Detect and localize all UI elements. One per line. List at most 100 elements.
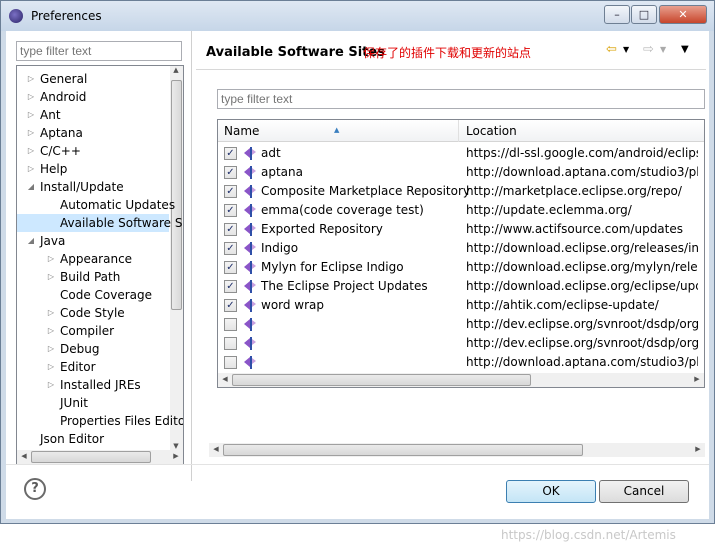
- back-dropdown-icon[interactable]: ▼: [623, 45, 629, 54]
- tree-hscroll-thumb[interactable]: [31, 451, 151, 463]
- column-header-name[interactable]: Name ▲: [218, 120, 459, 142]
- tree-item[interactable]: ◢ Install/Update: [17, 178, 169, 196]
- collapsed-arrow-icon[interactable]: ▷: [47, 322, 55, 340]
- tree-item[interactable]: Json Editor: [17, 430, 169, 448]
- collapsed-arrow-icon[interactable]: ▷: [27, 88, 35, 106]
- preferences-window: Preferences – □ ✕ ▲ ▼ ◀ ▶ ▷ General ▷ Andro…: [0, 0, 715, 542]
- tree-item[interactable]: ◢ Java: [17, 232, 169, 250]
- forward-arrow-icon[interactable]: ⇨: [643, 42, 654, 57]
- collapsed-arrow-icon[interactable]: ▷: [27, 106, 35, 124]
- title-bar[interactable]: Preferences – □ ✕: [1, 1, 714, 31]
- collapsed-arrow-icon[interactable]: ▷: [47, 304, 55, 322]
- site-enabled-checkbox[interactable]: ✓: [224, 280, 237, 293]
- table-row[interactable]: ✓ The Eclipse Project Updates http://downl…: [218, 277, 704, 296]
- page-horizontal-scrollbar[interactable]: ◀ ▶: [209, 443, 705, 457]
- site-enabled-checkbox[interactable]: ✓: [224, 223, 237, 236]
- tree-item[interactable]: Properties Files Editor: [17, 412, 183, 430]
- table-row[interactable]: ✓ adt https://dl-ssl.google.com/android/ec…: [218, 144, 704, 163]
- tree-item[interactable]: ▷ Code Style: [17, 304, 169, 322]
- tree-item[interactable]: ▷ Aptana: [17, 124, 169, 142]
- tree-item[interactable]: ▷ Editor: [17, 358, 169, 376]
- footer-separator: [6, 464, 709, 465]
- tree-item[interactable]: ▷ Ant: [17, 106, 169, 124]
- site-enabled-checkbox[interactable]: ✓: [224, 204, 237, 217]
- collapsed-arrow-icon[interactable]: ▷: [27, 70, 35, 88]
- view-menu-icon[interactable]: ▼: [681, 44, 689, 55]
- scroll-right-arrow-icon[interactable]: ▶: [692, 445, 704, 453]
- table-row[interactable]: http://download.aptana.com/studio3/plugi…: [218, 353, 704, 372]
- help-icon[interactable]: ?: [24, 478, 46, 500]
- column-header-location[interactable]: Location: [460, 120, 700, 142]
- site-enabled-checkbox[interactable]: [224, 356, 237, 369]
- tree-vertical-scrollbar[interactable]: ▲ ▼: [170, 66, 183, 450]
- site-enabled-checkbox[interactable]: ✓: [224, 147, 237, 160]
- collapsed-arrow-icon[interactable]: ▷: [47, 376, 55, 394]
- sites-table[interactable]: Name ▲ Location ◀ ▶ ✓ adt https://dl-ssl.g…: [217, 119, 705, 388]
- collapsed-arrow-icon[interactable]: ▷: [27, 124, 35, 142]
- site-enabled-checkbox[interactable]: [224, 318, 237, 331]
- preferences-tree[interactable]: ▲ ▼ ◀ ▶ ▷ General ▷ Android ▷ Ant ▷ Aptana ▷ C/C+…: [16, 65, 184, 465]
- update-site-icon: [244, 280, 256, 293]
- collapsed-arrow-icon[interactable]: ▷: [47, 358, 55, 376]
- collapsed-arrow-icon[interactable]: ▷: [27, 142, 35, 160]
- close-button[interactable]: ✕: [659, 5, 707, 24]
- table-row[interactable]: ✓ aptana http://download.aptana.com/studio…: [218, 163, 704, 182]
- tree-item[interactable]: ▷ Compiler: [17, 322, 169, 340]
- site-enabled-checkbox[interactable]: ✓: [224, 299, 237, 312]
- scroll-down-arrow-icon[interactable]: ▼: [170, 442, 182, 450]
- collapsed-arrow-icon[interactable]: ▷: [47, 268, 55, 286]
- site-enabled-checkbox[interactable]: ✓: [224, 185, 237, 198]
- table-horizontal-scrollbar[interactable]: ◀ ▶: [218, 373, 704, 387]
- tree-filter-input[interactable]: [16, 41, 182, 61]
- tree-item[interactable]: Code Coverage: [17, 286, 169, 304]
- forward-dropdown-icon[interactable]: ▼: [660, 45, 666, 54]
- table-row[interactable]: ✓ Mylyn for Eclipse Indigo http://download…: [218, 258, 704, 277]
- scroll-left-arrow-icon[interactable]: ◀: [219, 375, 231, 383]
- table-row[interactable]: ✓ word wrap http://ahtik.com/eclipse-updat…: [218, 296, 704, 315]
- tree-item[interactable]: ▷ Help: [17, 160, 169, 178]
- tree-item[interactable]: Available Software Sites: [17, 214, 183, 232]
- expanded-arrow-icon[interactable]: ◢: [27, 232, 35, 250]
- tree-item[interactable]: ▷ Debug: [17, 340, 169, 358]
- tree-vscroll-thumb[interactable]: [171, 80, 182, 310]
- tree-item[interactable]: JUnit: [17, 394, 169, 412]
- scroll-left-arrow-icon[interactable]: ◀: [18, 452, 30, 460]
- site-location: https://dl-ssl.google.com/android/eclips…: [466, 146, 698, 160]
- scroll-right-arrow-icon[interactable]: ▶: [691, 375, 703, 383]
- tree-item[interactable]: Automatic Updates: [17, 196, 175, 214]
- ok-button[interactable]: OK: [506, 480, 596, 503]
- scroll-left-arrow-icon[interactable]: ◀: [210, 445, 222, 453]
- minimize-button[interactable]: –: [604, 5, 630, 24]
- page-hscroll-thumb[interactable]: [223, 444, 583, 456]
- table-row[interactable]: ✓ Composite Marketplace Repository http://…: [218, 182, 704, 201]
- sash-divider[interactable]: [191, 31, 192, 481]
- expanded-arrow-icon[interactable]: ◢: [27, 178, 35, 196]
- table-hscroll-thumb[interactable]: [232, 374, 531, 386]
- collapsed-arrow-icon[interactable]: ▷: [47, 340, 55, 358]
- cancel-button[interactable]: Cancel: [599, 480, 689, 503]
- tree-item[interactable]: ▷ C/C++: [17, 142, 169, 160]
- scroll-right-arrow-icon[interactable]: ▶: [170, 452, 182, 460]
- tree-item[interactable]: ▷ Build Path: [17, 268, 169, 286]
- tree-item[interactable]: ▷ Android: [17, 88, 169, 106]
- tree-item[interactable]: ▷ Installed JREs: [17, 376, 169, 394]
- sites-filter-input[interactable]: [217, 89, 705, 109]
- table-row[interactable]: http://dev.eclipse.org/svnroot/dsdp/org.…: [218, 315, 704, 334]
- tree-item[interactable]: ▷ Appearance: [17, 250, 169, 268]
- site-enabled-checkbox[interactable]: [224, 337, 237, 350]
- table-row[interactable]: http://dev.eclipse.org/svnroot/dsdp/org.…: [218, 334, 704, 353]
- collapsed-arrow-icon[interactable]: ▷: [47, 250, 55, 268]
- maximize-button[interactable]: □: [631, 5, 657, 24]
- tree-horizontal-scrollbar[interactable]: ◀ ▶: [17, 450, 183, 464]
- scroll-up-arrow-icon[interactable]: ▲: [170, 66, 182, 74]
- back-arrow-icon[interactable]: ⇦: [606, 42, 617, 57]
- table-row[interactable]: ✓ Indigo http://download.eclipse.org/relea…: [218, 239, 704, 258]
- tree-item[interactable]: ▷ General: [17, 70, 169, 88]
- site-enabled-checkbox[interactable]: ✓: [224, 166, 237, 179]
- site-enabled-checkbox[interactable]: ✓: [224, 242, 237, 255]
- collapsed-arrow-icon[interactable]: ▷: [27, 160, 35, 178]
- table-row[interactable]: ✓ Exported Repository http://www.actifsour…: [218, 220, 704, 239]
- table-row[interactable]: ✓ emma(code coverage test) http://update.e…: [218, 201, 704, 220]
- site-enabled-checkbox[interactable]: ✓: [224, 261, 237, 274]
- tree-item-label: Json Editor: [40, 432, 105, 446]
